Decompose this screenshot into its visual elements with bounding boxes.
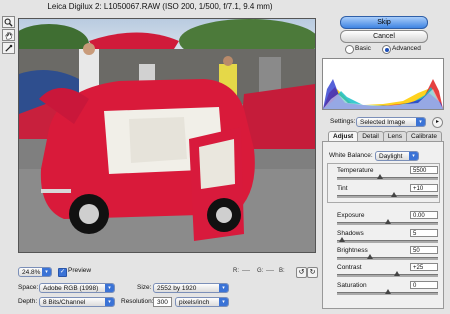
slider-thumb[interactable] — [377, 174, 384, 179]
zoom-icon — [4, 18, 13, 27]
chevron-down-icon: ▾ — [409, 152, 418, 160]
basic-radio[interactable] — [345, 45, 354, 54]
settings-tabs: Adjust Detail Lens Calibrate — [328, 131, 442, 141]
slider-track[interactable] — [337, 257, 438, 260]
hand-tool[interactable] — [2, 29, 15, 41]
slider-row-saturation: Saturation 0 — [323, 281, 443, 298]
tab-lens[interactable]: Lens — [382, 131, 407, 141]
slider-value-input[interactable]: 5500 — [410, 166, 438, 174]
rgb-g-label: G: — [257, 268, 264, 274]
rotate-right-icon: ↻ — [309, 269, 316, 276]
slider-label: Contrast — [337, 264, 362, 271]
slider-track[interactable] — [337, 177, 438, 180]
rgb-r-label: R: — [233, 268, 239, 274]
slider-track[interactable] — [337, 240, 438, 243]
rotate-left-icon: ↺ — [298, 269, 305, 276]
tab-detail[interactable]: Detail — [357, 131, 384, 141]
chevron-down-icon: ▾ — [42, 268, 51, 276]
slider-value-input[interactable]: +10 — [410, 184, 438, 192]
depth-select[interactable]: 8 Bits/Channel ▾ — [39, 297, 115, 307]
slider-thumb[interactable] — [339, 237, 346, 242]
slider-row-temperature: Temperature 5500 — [323, 166, 443, 183]
chevron-down-icon: ▾ — [416, 118, 425, 126]
resolution-input[interactable]: 300 — [153, 297, 172, 307]
slider-track[interactable] — [337, 195, 438, 198]
slider-track[interactable] — [337, 274, 438, 277]
slider-thumb[interactable] — [390, 192, 397, 197]
skip-button[interactable]: Skip — [340, 16, 428, 29]
slider-label: Temperature — [337, 167, 374, 174]
slider-value-input[interactable]: +25 — [410, 263, 438, 271]
chevron-down-icon: ▾ — [105, 298, 114, 306]
eyedropper-tool[interactable] — [2, 42, 15, 54]
preview-label: Preview — [68, 267, 92, 274]
rgb-g-value: ---- — [266, 268, 274, 274]
slider-value-input[interactable]: 5 — [410, 229, 438, 237]
resolution-unit-select[interactable]: pixels/inch ▾ — [175, 297, 229, 307]
histogram-graph — [323, 79, 443, 109]
preview-checkbox[interactable]: ✓ — [58, 268, 67, 277]
cancel-button[interactable]: Cancel — [340, 30, 428, 43]
camera-raw-dialog: Leica Digilux 2: L1050067.RAW (ISO 200, … — [0, 0, 450, 314]
slider-thumb[interactable] — [384, 219, 391, 224]
image-preview[interactable] — [18, 18, 316, 253]
space-label: Space: — [18, 284, 39, 291]
chevron-down-icon: ▾ — [105, 284, 114, 292]
slider-row-brightness: Brightness 50 — [323, 246, 443, 263]
slider-row-contrast: Contrast +25 — [323, 263, 443, 280]
slider-label: Saturation — [337, 282, 367, 289]
advanced-label: Advanced — [392, 45, 421, 52]
slider-label: Exposure — [337, 212, 365, 219]
slider-row-shadows: Shadows 5 — [323, 229, 443, 246]
basic-label: Basic — [355, 45, 371, 52]
settings-menu-button[interactable]: ▸ — [432, 117, 443, 128]
menu-arrow-icon: ▸ — [435, 119, 439, 125]
depth-label: Depth: — [18, 298, 38, 305]
slider-row-tint: Tint +10 — [323, 184, 443, 201]
slider-thumb[interactable] — [393, 271, 400, 276]
tab-calibrate[interactable]: Calibrate — [405, 131, 442, 141]
hand-icon — [5, 32, 13, 39]
slider-value-input[interactable]: 0.00 — [410, 211, 438, 219]
slider-thumb[interactable] — [384, 289, 391, 294]
rotate-right-button[interactable]: ↻ — [307, 267, 318, 278]
chevron-down-icon: ▾ — [219, 298, 228, 306]
size-label: Size: — [137, 284, 152, 291]
rgb-b-label: B: — [279, 268, 285, 274]
advanced-radio[interactable] — [382, 45, 391, 54]
histogram — [322, 58, 444, 110]
slider-label: Tint — [337, 185, 348, 192]
size-select[interactable]: 2552 by 1920 ▾ — [153, 283, 229, 293]
slider-thumb[interactable] — [367, 254, 374, 259]
tab-adjust[interactable]: Adjust — [328, 131, 359, 141]
slider-row-exposure: Exposure 0.00 — [323, 211, 443, 228]
white-balance-select[interactable]: Daylight ▾ — [375, 151, 419, 161]
window-title: Leica Digilux 2: L1050067.RAW (ISO 200, … — [47, 2, 273, 11]
white-balance-label: White Balance: — [329, 152, 373, 159]
space-select[interactable]: Adobe RGB (1998) ▾ — [39, 283, 115, 293]
slider-label: Shadows — [337, 230, 364, 237]
chevron-down-icon: ▾ — [219, 284, 228, 292]
slider-value-input[interactable]: 0 — [410, 281, 438, 289]
rotate-left-button[interactable]: ↺ — [296, 267, 307, 278]
car-photo — [19, 19, 315, 252]
toolbar — [2, 16, 15, 55]
slider-label: Brightness — [337, 247, 368, 254]
settings-select[interactable]: Selected Image ▾ — [356, 117, 426, 127]
rgb-r-value: ---- — [242, 268, 250, 274]
adjust-panel: White Balance: Daylight ▾ Temperature 550… — [322, 141, 444, 309]
slider-value-input[interactable]: 50 — [410, 246, 438, 254]
zoom-tool[interactable] — [2, 16, 15, 28]
zoom-level-select[interactable]: 24.8% ▾ — [18, 267, 52, 277]
settings-label: Settings: — [330, 118, 356, 125]
eyedropper-icon — [5, 44, 13, 52]
resolution-label: Resolution: — [121, 298, 154, 305]
